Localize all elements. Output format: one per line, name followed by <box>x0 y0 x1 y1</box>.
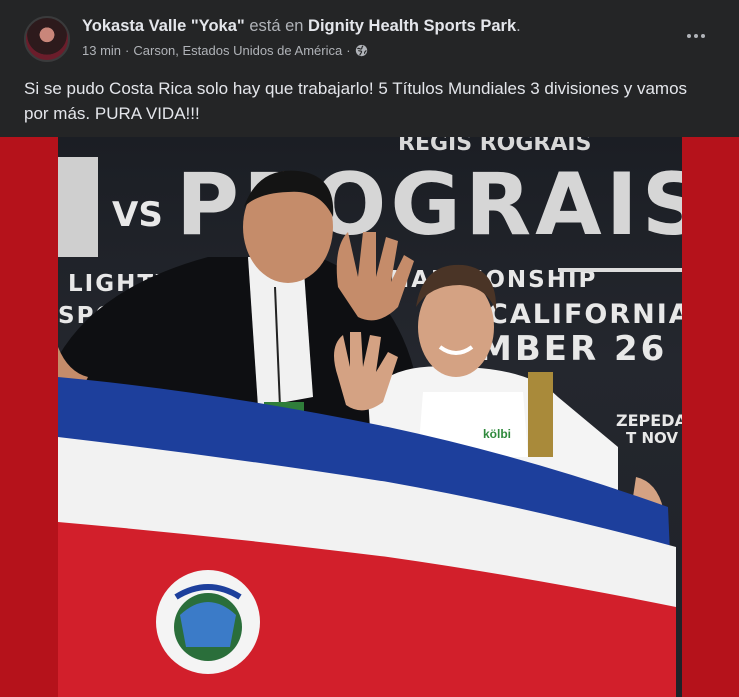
photo-people <box>58 170 676 697</box>
meta-separator: · <box>125 43 130 58</box>
author-name[interactable]: Yokasta Valle "Yoka" <box>82 17 245 35</box>
facebook-post: Yokasta Valle "Yoka" está en Dignity Hea… <box>0 0 739 697</box>
post-photo[interactable]: REGIS ROGRAIS VS PROGRAIS LIGHTW HAMPION… <box>0 137 739 697</box>
post-text: Si se pudo Costa Rica solo hay que traba… <box>24 79 688 123</box>
post-meta: 13 min · Carson, Estados Unidos de Améri… <box>82 43 368 58</box>
checkin-verb: está en <box>249 17 304 35</box>
title-period: . <box>516 17 521 35</box>
post-header: Yokasta Valle "Yoka" está en Dignity Hea… <box>0 0 739 70</box>
meta-separator-2: · <box>346 43 351 58</box>
post-place[interactable]: Carson, Estados Unidos de América <box>133 43 342 58</box>
location-link[interactable]: Dignity Health Sports Park <box>308 17 516 35</box>
post-time[interactable]: 13 min <box>82 43 121 58</box>
shirt-brand-text: kölbi <box>483 427 512 441</box>
post-title-line: Yokasta Valle "Yoka" está en Dignity Hea… <box>82 17 521 36</box>
more-options-icon[interactable] <box>681 24 711 48</box>
author-avatar[interactable] <box>24 16 70 62</box>
photo-image: REGIS ROGRAIS VS PROGRAIS LIGHTW HAMPION… <box>58 137 682 697</box>
globe-icon[interactable] <box>355 44 368 57</box>
